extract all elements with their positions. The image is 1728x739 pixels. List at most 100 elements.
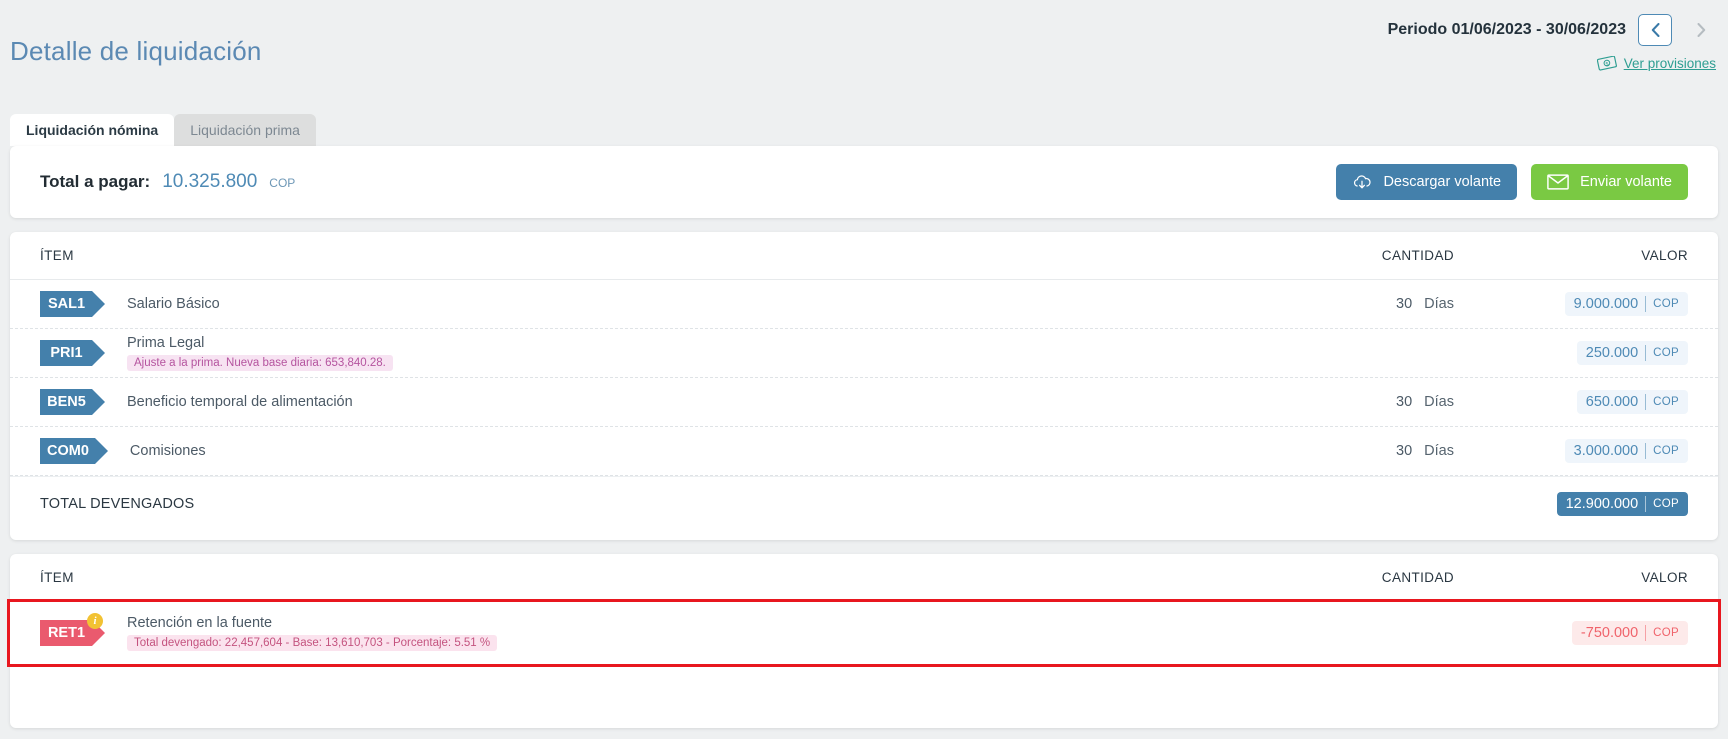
item-code-badge: SAL1	[40, 291, 105, 317]
value-currency: COP	[1653, 347, 1679, 359]
next-period-button[interactable]	[1684, 14, 1718, 46]
item-name: Retención en la fuente	[127, 615, 273, 631]
item-code-badge: BEN5	[40, 389, 105, 415]
info-icon[interactable]: i	[87, 613, 103, 629]
item-code-label: BEN5	[40, 389, 92, 415]
earnings-col-valor: VALOR	[1641, 248, 1688, 263]
value-amount: 650.000	[1585, 394, 1639, 410]
chevron-left-icon	[1651, 23, 1659, 37]
earnings-quantity-cell: 30 Días	[1158, 394, 1468, 410]
table-row[interactable]: SAL1 Salario Básico 30 Días 9.000.000 CO…	[10, 280, 1718, 329]
quantity-unit: Días	[1424, 296, 1454, 312]
item-note: Total devengado: 22,457,604 - Base: 13,6…	[127, 635, 498, 651]
item-name: Beneficio temporal de alimentación	[127, 394, 353, 410]
item-name: Salario Básico	[127, 296, 220, 312]
earnings-quantity-cell	[1158, 345, 1468, 361]
earnings-col-cantidad: CANTIDAD	[1381, 248, 1454, 263]
value-amount: 9.000.000	[1573, 296, 1639, 312]
earnings-item-cell: BEN5 Beneficio temporal de alimentación	[40, 389, 1158, 415]
badge-arrow-icon	[92, 340, 105, 366]
tab-bar: Liquidación nómina Liquidación prima	[10, 114, 316, 146]
deductions-item-texts: Retención en la fuente Total devengado: …	[127, 615, 498, 651]
earnings-value-cell: 250.000 COP	[1468, 341, 1688, 365]
quantity-unit: Días	[1424, 394, 1454, 410]
value-pill: 9.000.000 COP	[1564, 292, 1688, 316]
total-value-amount: 12.900.000	[1565, 495, 1639, 512]
earnings-item-cell: SAL1 Salario Básico	[40, 291, 1158, 317]
value-amount: 250.000	[1585, 345, 1639, 361]
earnings-value-cell: 3.000.000 COP	[1468, 439, 1688, 463]
badge-arrow-icon	[94, 438, 108, 464]
quantity-value: 30	[1396, 443, 1413, 459]
tab-liquidacion-prima[interactable]: Liquidación prima	[174, 114, 316, 146]
download-volante-label: Descargar volante	[1383, 174, 1502, 190]
item-code-badge: COM0	[40, 438, 108, 464]
item-code-label: RET1	[40, 620, 92, 646]
period-label: Periodo 01/06/2023 - 30/06/2023	[1387, 21, 1626, 38]
quantity-value: 30	[1396, 296, 1413, 312]
tab-liquidacion-nomina[interactable]: Liquidación nómina	[10, 114, 175, 146]
total-value-separator	[1645, 495, 1647, 512]
value-separator	[1645, 625, 1647, 641]
total-to-pay-currency: COP	[269, 176, 296, 190]
quantity-unit: Días	[1424, 443, 1454, 459]
chevron-right-icon	[1697, 23, 1705, 37]
earnings-item-texts: Prima Legal Ajuste a la prima. Nueva bas…	[127, 335, 393, 371]
item-code-label: COM0	[40, 438, 95, 464]
item-code-label: SAL1	[40, 291, 92, 317]
cloud-download-icon	[1354, 175, 1372, 189]
badge-arrow-icon	[92, 291, 105, 317]
earnings-item-cell: COM0 Comisiones	[40, 438, 1158, 464]
table-row[interactable]: BEN5 Beneficio temporal de alimentación …	[10, 378, 1718, 427]
payroll-detail-page: Detalle de liquidación Periodo 01/06/202…	[0, 0, 1728, 739]
deductions-table-header: ÍTEM CANTIDAD VALOR	[10, 554, 1718, 602]
earnings-total-row: TOTAL DEVENGADOS 12.900.000 COP	[10, 476, 1718, 530]
total-summary-card: Total a pagar: 10.325.800 COP Descargar …	[10, 146, 1718, 218]
total-to-pay-value: 10.325.800	[162, 171, 258, 192]
value-separator	[1645, 443, 1647, 459]
deductions-quantity-cell	[1158, 625, 1468, 641]
total-to-pay: Total a pagar: 10.325.800 COP	[40, 171, 295, 193]
table-row[interactable]: RET1 i Retención en la fuente Total deve…	[7, 599, 1721, 667]
earnings-quantity-cell: 30 Días	[1158, 443, 1468, 459]
value-currency: COP	[1653, 396, 1679, 408]
total-card-actions: Descargar volante Enviar volante	[1336, 164, 1688, 200]
envelope-icon	[1547, 174, 1569, 190]
svg-text:$: $	[1605, 61, 1609, 67]
item-note: Ajuste a la prima. Nueva base diaria: 65…	[127, 355, 393, 371]
value-pill: 650.000 COP	[1576, 390, 1688, 414]
earnings-item-texts: Beneficio temporal de alimentación	[127, 394, 353, 410]
deductions-col-valor: VALOR	[1641, 570, 1688, 585]
view-provisions[interactable]: $ Ver provisiones	[1596, 56, 1716, 71]
earnings-item-cell: PRI1 Prima Legal Ajuste a la prima. Nuev…	[40, 335, 1158, 371]
badge-arrow-icon	[92, 389, 105, 415]
value-currency: COP	[1653, 445, 1679, 457]
tab-liquidacion-nomina-label: Liquidación nómina	[26, 122, 159, 138]
value-amount: -750.000	[1580, 625, 1639, 641]
tab-liquidacion-prima-label: Liquidación prima	[190, 122, 300, 138]
deductions-value-cell: -750.000 COP	[1468, 621, 1688, 645]
item-name: Prima Legal	[127, 335, 205, 351]
download-volante-button[interactable]: Descargar volante	[1336, 164, 1518, 200]
item-code-label: PRI1	[40, 340, 92, 366]
item-name: Comisiones	[129, 443, 206, 459]
value-amount: 3.000.000	[1573, 443, 1639, 459]
earnings-item-texts: Salario Básico	[127, 296, 220, 312]
value-separator	[1645, 394, 1647, 410]
send-volante-label: Enviar volante	[1580, 174, 1672, 190]
value-pill: 250.000 COP	[1576, 341, 1688, 365]
total-to-pay-label: Total a pagar:	[40, 172, 151, 191]
send-volante-button[interactable]: Enviar volante	[1531, 164, 1688, 200]
earnings-col-item: ÍTEM	[40, 248, 74, 263]
period-navigator: Periodo 01/06/2023 - 30/06/2023	[1388, 14, 1718, 46]
earnings-table-card: ÍTEM CANTIDAD VALOR SAL1 Salario Básico …	[10, 232, 1718, 540]
earnings-total-label: TOTAL DEVENGADOS	[40, 495, 195, 512]
deductions-col-cantidad: CANTIDAD	[1381, 570, 1454, 585]
previous-period-button[interactable]	[1638, 14, 1672, 46]
view-provisions-label[interactable]: Ver provisiones	[1624, 56, 1716, 71]
value-pill: 3.000.000 COP	[1564, 439, 1688, 463]
value-separator	[1645, 345, 1647, 361]
item-code-badge[interactable]: RET1 i	[40, 613, 105, 646]
table-row[interactable]: PRI1 Prima Legal Ajuste a la prima. Nuev…	[10, 329, 1718, 378]
table-row[interactable]: COM0 Comisiones 30 Días 3.000.000 COP	[10, 427, 1718, 476]
